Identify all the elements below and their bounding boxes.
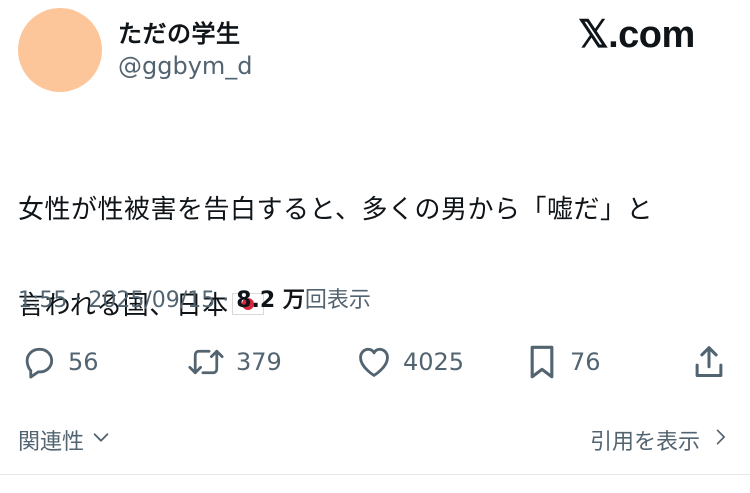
share-icon bbox=[690, 342, 728, 382]
bookmark-button[interactable]: 76 bbox=[524, 340, 601, 384]
reply-button[interactable]: 56 bbox=[20, 340, 99, 384]
meta-separator: · bbox=[74, 288, 82, 313]
share-button[interactable] bbox=[690, 340, 728, 384]
reply-icon bbox=[20, 343, 58, 381]
tweet-time[interactable]: 1:55 bbox=[18, 288, 67, 313]
like-button[interactable]: 4025 bbox=[355, 340, 464, 384]
like-count: 4025 bbox=[403, 348, 465, 376]
retweet-button[interactable]: 379 bbox=[186, 340, 282, 384]
view-quotes-label: 引用を表示 bbox=[589, 430, 700, 455]
related-label: 関連性 bbox=[18, 430, 85, 455]
tweet-date[interactable]: 2025/09/15 bbox=[88, 288, 215, 313]
reply-count: 56 bbox=[68, 348, 99, 376]
views-label: 回表示 bbox=[304, 288, 371, 313]
related-dropdown[interactable]: 関連性 bbox=[18, 424, 112, 456]
heart-icon bbox=[355, 343, 393, 381]
retweet-icon bbox=[186, 343, 226, 381]
view-quotes-link[interactable]: 引用を表示 bbox=[590, 424, 730, 456]
brand-logo: 𝕏.com bbox=[578, 14, 695, 56]
user-handle[interactable]: @ggbym_d bbox=[118, 52, 253, 80]
views-count[interactable]: 8.2 万 bbox=[236, 288, 305, 313]
divider bbox=[0, 474, 750, 475]
avatar[interactable] bbox=[18, 8, 102, 92]
retweet-count: 379 bbox=[236, 348, 282, 376]
tweet-line-1: 女性が性被害を告白すると、多くの男から「嘘だ」と bbox=[18, 195, 653, 225]
action-bar: 56 379 4025 76 bbox=[0, 340, 750, 384]
display-name[interactable]: ただの学生 bbox=[118, 14, 241, 49]
chevron-down-icon bbox=[90, 426, 112, 454]
chevron-right-icon bbox=[710, 426, 730, 454]
meta-separator: · bbox=[222, 288, 230, 313]
bookmark-count: 76 bbox=[570, 348, 601, 376]
bookmark-icon bbox=[524, 342, 560, 382]
tweet-meta: 1:55 · 2025/09/15 · 8.2 万回表示 bbox=[18, 282, 371, 314]
